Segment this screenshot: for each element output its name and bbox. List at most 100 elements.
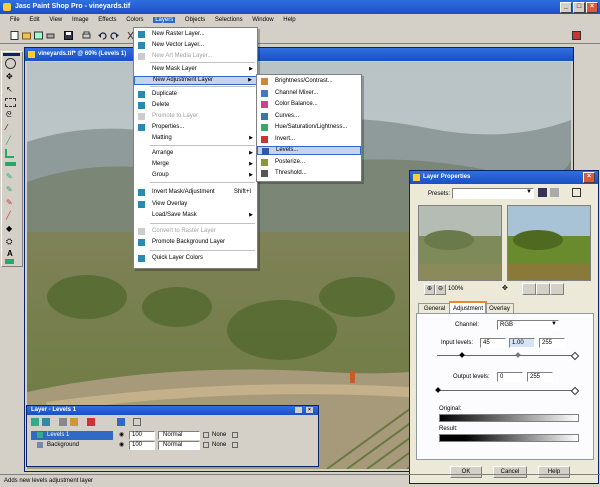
adjustment-item-threshold[interactable]: Threshold... (257, 169, 361, 178)
adjustment-item-brightness-contrast[interactable]: Brightness/Contrast... (257, 77, 361, 86)
menu-colors[interactable]: Colors (126, 17, 143, 23)
delete-layer-icon[interactable] (87, 418, 95, 426)
menu-objects[interactable]: Objects (185, 17, 205, 23)
new-raster-layer-icon[interactable] (31, 418, 39, 426)
output-black-handle[interactable] (435, 387, 441, 393)
lock-icon[interactable] (133, 418, 141, 426)
retouch-tool-icon[interactable]: ╱ (6, 211, 15, 220)
adjustment-item-curves[interactable]: Curves... (257, 112, 361, 121)
presets-dropdown[interactable]: ▼ (452, 188, 534, 199)
input-gray-handle[interactable] (515, 352, 521, 358)
text-tool-icon[interactable]: A (7, 249, 16, 258)
move-tool-icon[interactable]: ✥ (6, 72, 15, 81)
layer-blend-mode[interactable]: Normal (158, 441, 200, 450)
open-folder-icon[interactable] (20, 29, 32, 41)
layers-menu-item-load-save-mask[interactable]: Load/Save Mask ▶ (134, 211, 257, 220)
layers-menu-item-arrange[interactable]: Arrange ▶ (134, 149, 257, 158)
new-mask-icon[interactable] (59, 418, 67, 426)
adjustment-item-levels[interactable]: Levels... (257, 146, 361, 155)
palette-pin-icon[interactable] (295, 407, 302, 413)
layer-name-cell[interactable]: Background (31, 441, 113, 450)
menu-file[interactable]: File (10, 17, 20, 23)
new-vector-layer-icon[interactable] (42, 418, 50, 426)
input-low-field[interactable]: 45 (480, 338, 506, 348)
menu-window[interactable]: Window (252, 17, 273, 23)
layer-opacity[interactable]: 100 (129, 431, 155, 440)
menu-image[interactable]: Image (72, 17, 89, 23)
output-levels-slider[interactable] (437, 390, 575, 391)
toggle-preview-button[interactable] (550, 283, 564, 295)
layers-menu-item-promote-background-layer[interactable]: Promote Background Layer (134, 238, 257, 247)
output-white-handle[interactable] (570, 386, 580, 396)
pick-tool-icon[interactable]: ↖ (6, 85, 15, 94)
minimize-button[interactable]: _ (560, 2, 572, 13)
selection-tool-icon[interactable] (5, 98, 16, 107)
eye-icon[interactable]: ◉ (119, 442, 127, 448)
pan-icon[interactable]: ✥ (502, 285, 510, 293)
auto-proof-button[interactable] (536, 283, 550, 295)
layer-opacity[interactable]: 100 (129, 441, 155, 450)
layers-menu-item-properties[interactable]: Properties... (134, 123, 257, 132)
menu-selections[interactable]: Selections (215, 17, 243, 23)
layer-lock-icon[interactable] (232, 442, 238, 448)
link-icon[interactable] (203, 442, 209, 448)
layers-menu-item-matting[interactable]: Matting ▶ (134, 134, 257, 143)
layer-name-cell[interactable]: Levels 1 (31, 431, 113, 440)
input-gamma-field[interactable]: 1.00 (509, 338, 535, 348)
preset-shape-icon[interactable] (5, 259, 14, 264)
adjustment-item-posterize[interactable]: Posterize... (257, 158, 361, 167)
zoom-tool-icon[interactable] (5, 58, 16, 69)
save-icon[interactable] (62, 29, 74, 41)
layers-menu-item-group[interactable]: Group ▶ (134, 171, 257, 180)
adjustment-item-color-balance[interactable]: Color Balance... (257, 100, 361, 109)
flood-fill-icon[interactable]: ⛭ (6, 237, 15, 246)
undo-icon[interactable] (96, 29, 108, 41)
freehand-tool-icon[interactable]: ᘓ (6, 110, 15, 119)
output-low-field[interactable]: 0 (497, 372, 523, 382)
layers-menu-item-invert-mask-adjustment[interactable]: Invert Mask/Adjustment Shift+I (134, 188, 257, 197)
magic-wand-icon[interactable]: ⁄ (6, 123, 15, 132)
eye-icon[interactable]: ◉ (119, 432, 127, 438)
clone-brush-icon[interactable]: ✎ (6, 185, 15, 194)
adjustment-item-channel-mixer[interactable]: Channel Mixer... (257, 89, 361, 98)
adjustment-item-invert[interactable]: Invert... (257, 135, 361, 144)
crop-tool-icon[interactable] (5, 149, 14, 158)
layers-menu-item-merge[interactable]: Merge ▶ (134, 160, 257, 169)
link-icon[interactable] (203, 432, 209, 438)
dialog-close-button[interactable]: × (583, 172, 595, 183)
layers-menu-item-new-mask-layer[interactable]: New Mask Layer ▶ (134, 65, 257, 74)
browse-icon[interactable] (32, 29, 44, 41)
color-replace-icon[interactable] (570, 29, 582, 41)
delete-preset-icon[interactable] (550, 188, 559, 197)
proof-button[interactable] (522, 283, 536, 295)
menu-effects[interactable]: Effects (98, 17, 116, 23)
straighten-tool-icon[interactable] (5, 162, 16, 166)
scan-icon[interactable] (44, 29, 56, 41)
layers-menu-item-new-vector-layer[interactable]: New Vector Layer... (134, 41, 257, 50)
layer-visibility-icon[interactable] (37, 432, 43, 438)
layer-properties-icon[interactable] (117, 418, 125, 426)
close-button[interactable]: × (586, 2, 598, 13)
input-high-field[interactable]: 255 (539, 338, 565, 348)
redo-icon[interactable] (108, 29, 120, 41)
save-preset-icon[interactable] (538, 188, 547, 197)
maximize-button[interactable]: □ (573, 2, 585, 13)
layer-blend-mode[interactable]: Normal (158, 431, 200, 440)
menu-layers[interactable]: Layers (153, 17, 176, 23)
new-group-icon[interactable] (70, 418, 78, 426)
print-icon[interactable] (80, 29, 92, 41)
reset-icon[interactable] (572, 188, 581, 197)
menu-help[interactable]: Help (283, 17, 295, 23)
zoom-out-button[interactable]: ⊖ (435, 284, 446, 295)
dropper-tool-icon[interactable]: ╱ (6, 136, 15, 145)
zoom-in-button[interactable]: ⊕ (424, 284, 435, 295)
input-levels-slider[interactable] (437, 355, 575, 356)
layers-menu-item-view-overlay[interactable]: View Overlay (134, 200, 257, 209)
layers-menu-item-delete[interactable]: Delete (134, 101, 257, 110)
input-white-handle[interactable] (570, 351, 580, 361)
channel-select[interactable]: RGB ▼ (497, 320, 559, 330)
layer-lock-icon[interactable] (232, 432, 238, 438)
menu-edit[interactable]: Edit (29, 17, 39, 23)
paint-brush-icon[interactable]: ✎ (6, 172, 15, 181)
layers-menu-item-new-raster-layer[interactable]: New Raster Layer... (134, 30, 257, 39)
